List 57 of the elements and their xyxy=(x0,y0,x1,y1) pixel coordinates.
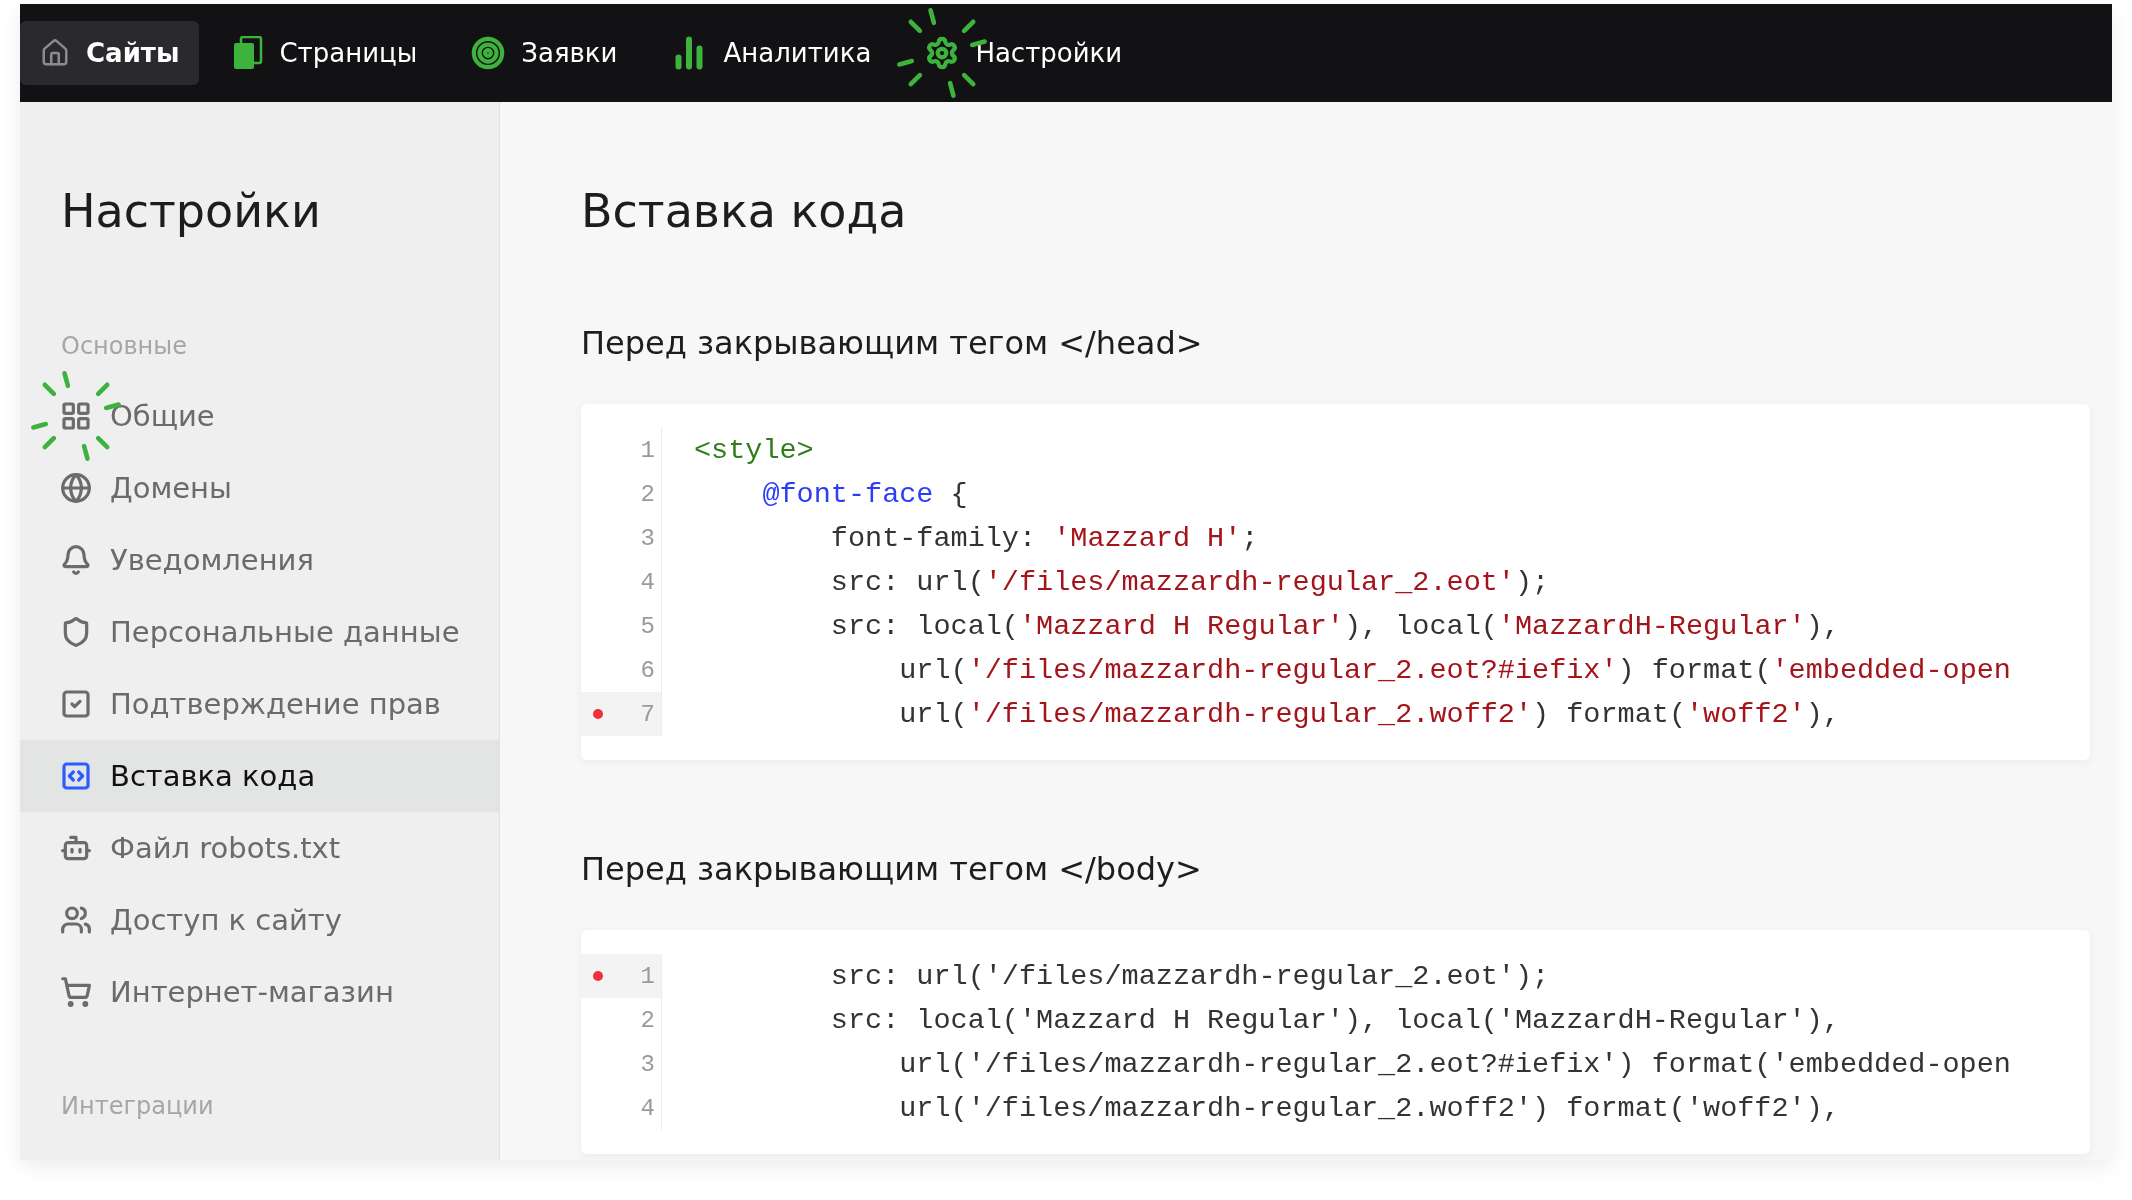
sidebar-item[interactable]: Доступ к сайту xyxy=(20,884,499,956)
code-line: src: url('/files/mazzardh-regular_2.eot'); xyxy=(829,564,1551,601)
bell-icon xyxy=(60,544,92,576)
code-line: url('/files/mazzardh-regular_2.eot?#iefix') format('embedded-open xyxy=(898,1046,2011,1083)
users-icon xyxy=(60,904,92,936)
nav-tab[interactable]: Заявки xyxy=(451,21,638,85)
line-number: 7 xyxy=(640,700,655,728)
code-line: font-family: 'Mazzard H'; xyxy=(829,520,1260,557)
line-number: 4 xyxy=(640,568,655,596)
code-line: url('/files/mazzardh-regular_2.woff2') format('woff2'), xyxy=(898,1090,1841,1127)
nav-tab[interactable]: Страницы xyxy=(213,21,438,85)
line-number: 1 xyxy=(640,962,655,990)
sidebar-item[interactable]: Персональные данные xyxy=(20,596,499,668)
line-number: 2 xyxy=(640,1006,655,1034)
code-editor[interactable] xyxy=(581,404,2090,760)
cart-icon xyxy=(60,976,92,1008)
nav-tab[interactable]: Аналитика xyxy=(651,21,892,85)
gear-icon xyxy=(925,36,960,70)
group-label: Интеграции xyxy=(60,1092,215,1120)
line-number: 2 xyxy=(640,480,655,508)
sidebar-item[interactable]: Уведомления xyxy=(20,524,499,596)
nav-tab[interactable]: Настройки xyxy=(905,21,1143,85)
line-number: 1 xyxy=(640,436,655,464)
sidebar-item[interactable]: Подтверждение прав xyxy=(20,668,499,740)
section-heading: Перед закрывающим тегом </head> xyxy=(581,324,1204,362)
code-line: src: local('Mazzard H Regular'), local('MazzardH-Regular'), xyxy=(829,608,1841,645)
home-icon xyxy=(40,38,70,68)
line-number: 3 xyxy=(640,524,655,552)
group-label: Основные xyxy=(60,332,188,360)
code-line: url('/files/mazzardh-regular_2.woff2') format('woff2'), xyxy=(898,696,1841,733)
sidebar-item[interactable]: Интернет-магазин xyxy=(20,956,499,1028)
code-icon xyxy=(60,760,92,792)
grid-icon xyxy=(60,400,92,432)
code-line: url('/files/mazzardh-regular_2.eot?#iefix') format('embedded-open xyxy=(898,652,2011,689)
line-number: 5 xyxy=(640,612,655,640)
sidebar-item[interactable]: Общие xyxy=(20,380,499,452)
checkbox-icon xyxy=(60,688,92,720)
sidebar-item[interactable]: Файл robots.txt xyxy=(20,812,499,884)
sidebar-title: Настройки xyxy=(60,184,322,238)
code-line: <style> xyxy=(694,432,815,469)
nav-tab[interactable]: Сайты xyxy=(20,21,200,85)
globe-icon xyxy=(60,472,92,504)
pages-icon xyxy=(233,36,264,70)
line-number: 3 xyxy=(640,1050,655,1078)
breakpoint-dot xyxy=(593,971,603,981)
breakpoint-dot xyxy=(593,709,603,719)
code-line: @font-face { xyxy=(761,476,969,513)
target-icon xyxy=(471,36,506,70)
code-editor[interactable] xyxy=(581,930,2090,1154)
code-line: src: url('/files/mazzardh-regular_2.eot'); xyxy=(829,958,1551,995)
line-number: 6 xyxy=(640,656,655,684)
sidebar-item[interactable]: Домены xyxy=(20,452,499,524)
section-heading: Перед закрывающим тегом </body> xyxy=(581,850,1203,888)
line-number: 4 xyxy=(640,1094,655,1122)
sidebar-item[interactable]: Вставка кода xyxy=(20,740,499,812)
page-title: Вставка кода xyxy=(581,184,908,238)
code-line: src: local('Mazzard H Regular'), local('MazzardH-Regular'), xyxy=(829,1002,1841,1039)
